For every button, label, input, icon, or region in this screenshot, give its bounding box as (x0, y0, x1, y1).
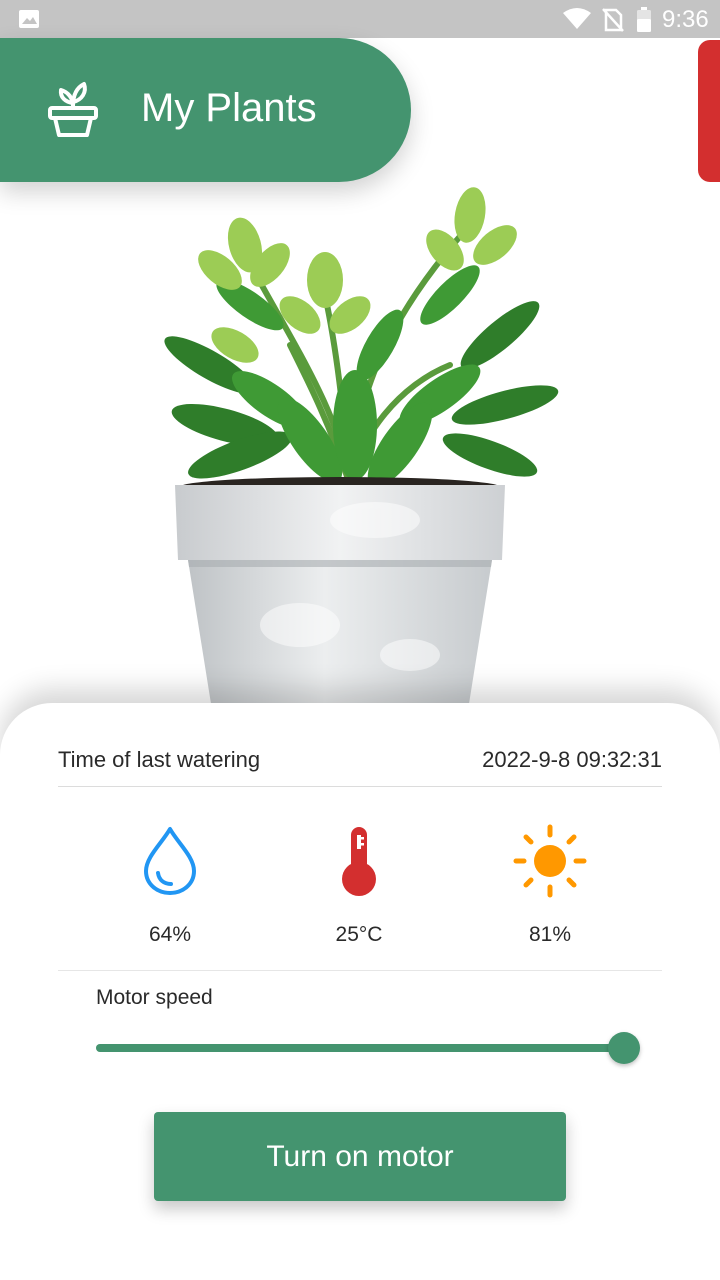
side-drawer-tab[interactable] (698, 40, 720, 182)
status-bar: 9:36 (0, 0, 720, 38)
last-watering-label: Time of last watering (58, 747, 261, 772)
plant-status-card: Time of last watering 2022-9-8 09:32:31 … (0, 703, 720, 1280)
humidity-sensor: 64% (105, 825, 235, 955)
gallery-icon (18, 9, 40, 34)
motor-speed-slider[interactable] (96, 1028, 640, 1068)
app-header: My Plants (0, 38, 411, 182)
app-screen: 9:36 My Plants Time of last watering 202… (0, 0, 720, 1280)
water-drop-icon (140, 825, 200, 897)
motor-speed-label: Motor speed (96, 986, 213, 1009)
light-sensor: 81% (485, 824, 615, 955)
temperature-value: 25°C (335, 923, 383, 946)
turn-on-motor-button[interactable]: Turn on motor (154, 1112, 566, 1201)
last-watering-value: 2022-9-8 09:32:31 (482, 747, 662, 772)
thermometer-icon (329, 825, 389, 897)
plant-image (164, 187, 559, 710)
divider (58, 970, 662, 971)
wifi-icon (562, 8, 592, 35)
humidity-value: 64% (148, 923, 192, 946)
plant-pot-icon (46, 80, 100, 143)
no-sim-icon (602, 8, 624, 37)
status-clock: 9:36 (662, 6, 709, 33)
last-watering-row: Time of last watering 2022-9-8 09:32:31 (58, 747, 662, 787)
sun-icon (513, 824, 587, 898)
battery-icon (636, 7, 652, 38)
slider-fill (96, 1044, 624, 1052)
temperature-sensor: 25°C (294, 825, 424, 955)
slider-thumb[interactable] (608, 1032, 640, 1064)
light-value: 81% (528, 923, 572, 946)
page-title: My Plants (141, 86, 317, 130)
